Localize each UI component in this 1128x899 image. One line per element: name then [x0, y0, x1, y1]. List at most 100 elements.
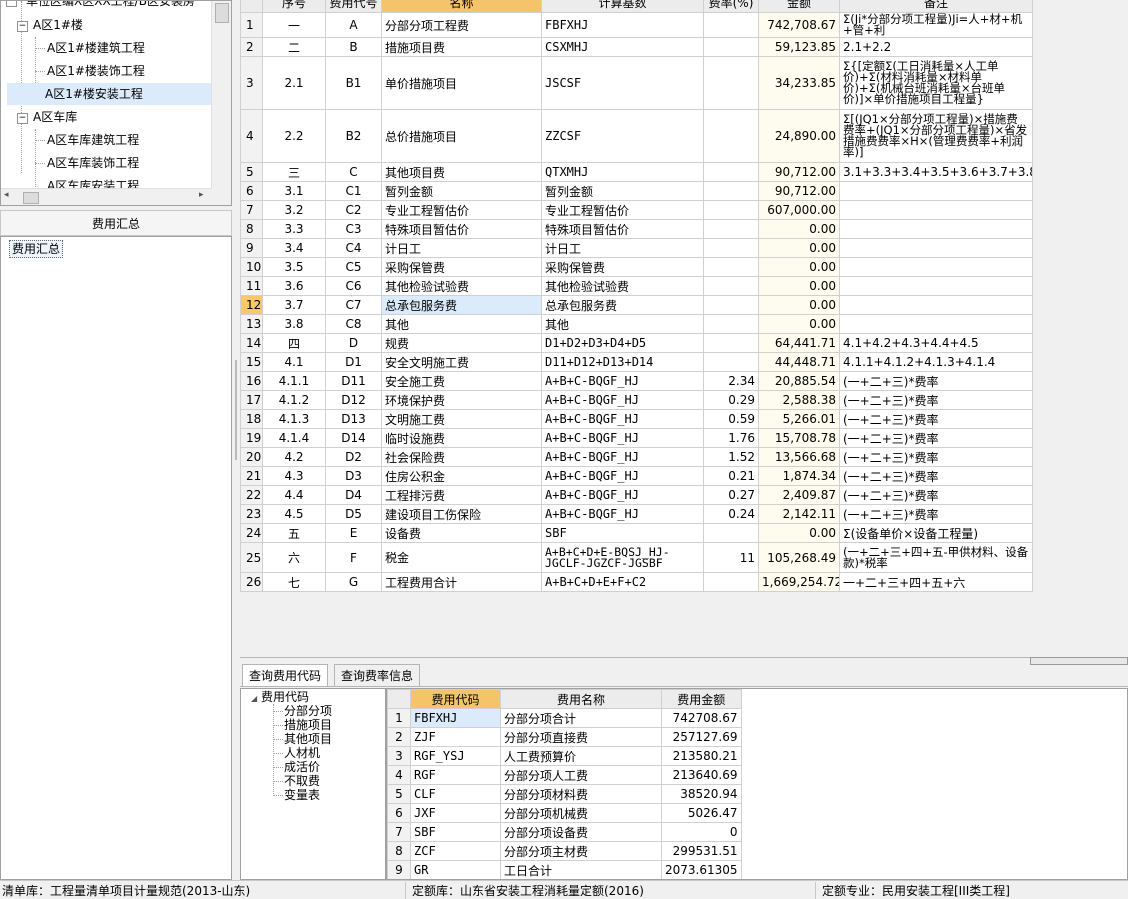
col-header-remark[interactable]: 备注 — [839, 0, 1033, 13]
row-number[interactable]: 18 — [240, 409, 263, 429]
code-cell-code[interactable]: JXF — [410, 803, 501, 823]
cell-base[interactable]: 暂列金额 — [541, 181, 704, 201]
cell-rate[interactable] — [703, 314, 759, 334]
col-header-code[interactable]: 费用代号 — [325, 0, 382, 13]
cell-remark[interactable]: Σ(设备单价×设备工程量) — [839, 523, 1033, 543]
grid-row[interactable]: 2 二 B 措施项目费 CSXMHJ 59,123.85 2.1+2.2 — [240, 37, 1033, 57]
cell-remark[interactable] — [839, 295, 1033, 315]
row-number[interactable]: 20 — [240, 447, 263, 467]
cell-amount[interactable]: 105,268.49 — [758, 542, 840, 573]
code-row-number[interactable]: 8 — [387, 841, 411, 861]
cell-seq[interactable]: 4.1.4 — [262, 428, 326, 448]
cell-amount[interactable]: 44,448.71 — [758, 352, 840, 372]
cell-seq[interactable]: 3.1 — [262, 181, 326, 201]
summary-item[interactable]: 费用汇总 — [9, 240, 64, 258]
code-col-header-name[interactable]: 费用名称 — [500, 689, 662, 709]
cell-code[interactable]: C5 — [325, 257, 382, 277]
col-header-rate[interactable]: 费率(%) — [703, 0, 759, 13]
cell-name[interactable]: 专业工程暂估价 — [381, 200, 542, 220]
cell-code[interactable]: B2 — [325, 109, 382, 163]
cell-code[interactable]: D11 — [325, 371, 382, 391]
grid-row[interactable]: 20 4.2 D2 社会保险费 A+B+C-BQGF_HJ 1.52 13,566.68 (一… — [240, 447, 1033, 467]
cell-seq[interactable]: 4.4 — [262, 485, 326, 505]
row-number[interactable]: 2 — [240, 37, 263, 57]
cell-name[interactable]: 总承包服务费 — [381, 295, 542, 315]
code-grid-row[interactable]: 8 ZCF 分部分项主材费 299531.51 — [387, 841, 742, 861]
code-cell-amount[interactable]: 742708.67 — [661, 708, 742, 728]
col-header-base[interactable]: 计算基数 — [541, 0, 704, 13]
cell-seq[interactable]: 3.5 — [262, 257, 326, 277]
cell-name[interactable]: 其他 — [381, 314, 542, 334]
cell-base[interactable]: D11+D12+D13+D14 — [541, 352, 704, 372]
code-cell-amount[interactable]: 299531.51 — [661, 841, 742, 861]
code-cell-name[interactable]: 分部分项设备费 — [500, 822, 662, 842]
cell-code[interactable]: C3 — [325, 219, 382, 239]
cell-seq[interactable]: 4.1.2 — [262, 390, 326, 410]
cell-seq[interactable]: 3.6 — [262, 276, 326, 296]
cell-amount[interactable]: 0.00 — [758, 276, 840, 296]
cell-rate[interactable] — [703, 200, 759, 220]
cell-seq[interactable]: 3.7 — [262, 295, 326, 315]
grid-row[interactable]: 7 3.2 C2 专业工程暂估价 专业工程暂估价 607,000.00 — [240, 200, 1033, 220]
cell-code[interactable]: D — [325, 333, 382, 353]
code-tree-item[interactable]: 措施项目 — [284, 718, 332, 732]
grid-row[interactable]: 12 3.7 C7 总承包服务费 总承包服务费 0.00 — [240, 295, 1033, 315]
code-grid-row[interactable]: 6 JXF 分部分项机械费 5026.47 — [387, 803, 742, 823]
cell-code[interactable]: A — [325, 12, 382, 38]
cell-code[interactable]: D4 — [325, 485, 382, 505]
grid-row[interactable]: 6 3.1 C1 暂列金额 暂列金额 90,712.00 — [240, 181, 1033, 201]
cell-rate[interactable] — [703, 352, 759, 372]
cell-amount[interactable]: 59,123.85 — [758, 37, 840, 57]
cell-code[interactable]: C6 — [325, 276, 382, 296]
cell-rate[interactable] — [703, 219, 759, 239]
cell-code[interactable]: G — [325, 572, 382, 592]
collapse-icon[interactable]: − — [6, 1, 17, 7]
cell-seq[interactable]: 4.5 — [262, 504, 326, 524]
cell-amount[interactable]: 20,885.54 — [758, 371, 840, 391]
cell-base[interactable]: JSCSF — [541, 56, 704, 110]
cell-name[interactable]: 设备费 — [381, 523, 542, 543]
row-number[interactable]: 17 — [240, 390, 263, 410]
code-cell-name[interactable]: 分部分项材料费 — [500, 784, 662, 804]
code-cell-code[interactable]: ZJF — [410, 727, 501, 747]
grid-row[interactable]: 25 六 F 税金 A+B+C+D+E-BQSJ_HJ-JGCLF-JGZCF-JGSB… — [240, 542, 1033, 573]
cell-seq[interactable]: 一 — [262, 12, 326, 38]
cell-rate[interactable] — [703, 109, 759, 163]
cell-remark[interactable]: (一+二+三)*费率 — [839, 485, 1033, 505]
code-cell-code[interactable]: CLF — [410, 784, 501, 804]
tree-node-a1-installation[interactable]: A区1#楼安装工程 — [7, 83, 211, 105]
tree-node-a1-architecture[interactable]: A区1#楼建筑工程 — [45, 37, 147, 59]
code-grid-row[interactable]: 7 SBF 分部分项设备费 0 — [387, 822, 742, 842]
row-number[interactable]: 6 — [240, 181, 263, 201]
cell-name[interactable]: 暂列金额 — [381, 181, 542, 201]
code-cell-amount[interactable]: 5026.47 — [661, 803, 742, 823]
cell-name[interactable]: 建设项目工伤保险 — [381, 504, 542, 524]
cell-code[interactable]: D13 — [325, 409, 382, 429]
row-number[interactable]: 16 — [240, 371, 263, 391]
row-number[interactable]: 11 — [240, 276, 263, 296]
cell-amount[interactable]: 34,233.85 — [758, 56, 840, 110]
cell-name[interactable]: 税金 — [381, 542, 542, 573]
row-number[interactable]: 15 — [240, 352, 263, 372]
code-row-number[interactable]: 3 — [387, 746, 411, 766]
cell-remark[interactable]: (一+二+三)*费率 — [839, 504, 1033, 524]
cell-base[interactable]: 特殊项目暂估价 — [541, 219, 704, 239]
row-number[interactable]: 25 — [240, 542, 263, 573]
cell-rate[interactable]: 0.29 — [703, 390, 759, 410]
cell-seq[interactable]: 四 — [262, 333, 326, 353]
cell-seq[interactable]: 七 — [262, 572, 326, 592]
project-tree[interactable]: − 单位区编X区XX工程/B区安装房 − A区1#楼 A区1#楼建筑工程 A区1… — [0, 0, 232, 206]
code-cell-amount[interactable]: 38520.94 — [661, 784, 742, 804]
row-number[interactable]: 8 — [240, 219, 263, 239]
cell-amount[interactable]: 2,142.11 — [758, 504, 840, 524]
cell-amount[interactable]: 607,000.00 — [758, 200, 840, 220]
row-number[interactable]: 1 — [240, 12, 263, 38]
row-number[interactable]: 19 — [240, 428, 263, 448]
code-cell-name[interactable]: 人工费预算价 — [500, 746, 662, 766]
fee-summary-grid[interactable]: 序号 费用代号 名称 计算基数 费率(%) 金额 备注 1 一 A 分部分项工程费 FB… — [240, 0, 1033, 592]
cell-remark[interactable] — [839, 257, 1033, 277]
code-cell-amount[interactable]: 0 — [661, 822, 742, 842]
grid-row[interactable]: 23 4.5 D5 建设项目工伤保险 A+B+C-BQGF_HJ 0.24 2,142.11… — [240, 504, 1033, 524]
grid-row[interactable]: 19 4.1.4 D14 临时设施费 A+B+C-BQGF_HJ 1.76 15,708.7… — [240, 428, 1033, 448]
cell-remark[interactable]: 4.1.1+4.1.2+4.1.3+4.1.4 — [839, 352, 1033, 372]
